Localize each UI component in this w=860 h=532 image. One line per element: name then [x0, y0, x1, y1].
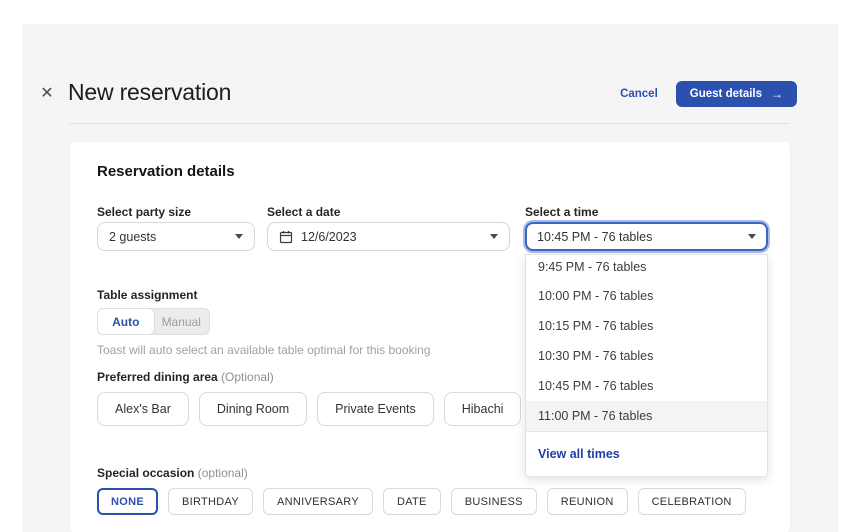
- dining-area-chip[interactable]: Private Events: [317, 392, 434, 426]
- occasion-chip[interactable]: BUSINESS: [451, 488, 537, 515]
- dining-area-chip[interactable]: Dining Room: [199, 392, 307, 426]
- date-value: 12/6/2023: [301, 230, 482, 244]
- dining-area-label-text: Preferred dining area: [97, 370, 218, 384]
- party-size-value: 2 guests: [109, 230, 227, 244]
- occasion-options: NONE BIRTHDAY ANNIVERSARY DATE BUSINESS …: [97, 488, 746, 515]
- calendar-icon: [279, 230, 293, 244]
- toggle-manual[interactable]: Manual: [154, 309, 210, 334]
- guest-details-label: Guest details: [690, 88, 762, 100]
- occasion-label: Special occasion (optional): [97, 466, 248, 480]
- party-size-select[interactable]: 2 guests: [97, 222, 255, 251]
- chevron-down-icon: [490, 234, 498, 239]
- reservation-details-card: Reservation details Select party size 2 …: [70, 142, 790, 532]
- dining-area-optional: (Optional): [218, 370, 274, 384]
- time-dropdown: 9:45 PM - 76 tables 10:00 PM - 76 tables…: [525, 254, 768, 477]
- occasion-chip[interactable]: BIRTHDAY: [168, 488, 253, 515]
- table-assignment-label: Table assignment: [97, 288, 197, 302]
- table-assignment-toggle: Auto Manual: [97, 308, 210, 335]
- date-label: Select a date: [267, 205, 340, 219]
- occasion-chip-selected[interactable]: NONE: [97, 488, 158, 515]
- time-option[interactable]: 10:45 PM - 76 tables: [526, 371, 767, 401]
- date-select[interactable]: 12/6/2023: [267, 222, 510, 251]
- close-icon[interactable]: ✕: [36, 83, 58, 105]
- new-reservation-page: ✕ New reservation Cancel Guest details →…: [0, 0, 860, 532]
- cancel-button[interactable]: Cancel: [620, 88, 658, 100]
- toggle-auto[interactable]: Auto: [97, 308, 155, 335]
- time-option[interactable]: 10:30 PM - 76 tables: [526, 341, 767, 371]
- occasion-chip[interactable]: CELEBRATION: [638, 488, 746, 515]
- time-option[interactable]: 9:45 PM - 76 tables: [526, 255, 767, 281]
- dining-area-label: Preferred dining area (Optional): [97, 370, 274, 384]
- dining-area-chip[interactable]: Alex's Bar: [97, 392, 189, 426]
- party-size-label: Select party size: [97, 205, 191, 219]
- occasion-chip[interactable]: REUNION: [547, 488, 628, 515]
- section-title: Reservation details: [97, 163, 235, 180]
- occasion-chip[interactable]: ANNIVERSARY: [263, 488, 373, 515]
- time-label: Select a time: [525, 205, 598, 219]
- time-select[interactable]: 10:45 PM - 76 tables: [525, 222, 768, 251]
- time-option[interactable]: 10:15 PM - 76 tables: [526, 311, 767, 341]
- page-title: New reservation: [68, 79, 231, 106]
- time-dropdown-footer: View all times: [526, 431, 767, 476]
- chevron-down-icon: [748, 234, 756, 239]
- guest-details-button[interactable]: Guest details →: [676, 81, 797, 107]
- occasion-chip[interactable]: DATE: [383, 488, 441, 515]
- time-value: 10:45 PM - 76 tables: [537, 230, 740, 244]
- occasion-label-text: Special occasion: [97, 466, 194, 480]
- view-all-times-link[interactable]: View all times: [538, 447, 620, 461]
- table-assignment-helper: Toast will auto select an available tabl…: [97, 343, 431, 357]
- time-option[interactable]: 10:00 PM - 76 tables: [526, 281, 767, 311]
- arrow-right-icon: →: [771, 87, 783, 101]
- chevron-down-icon: [235, 234, 243, 239]
- header-divider: [68, 123, 790, 124]
- dining-area-chip[interactable]: Hibachi: [444, 392, 522, 426]
- header-actions: Cancel Guest details →: [620, 81, 797, 107]
- occasion-optional: (optional): [194, 466, 247, 480]
- time-option-highlighted[interactable]: 11:00 PM - 76 tables: [526, 401, 767, 431]
